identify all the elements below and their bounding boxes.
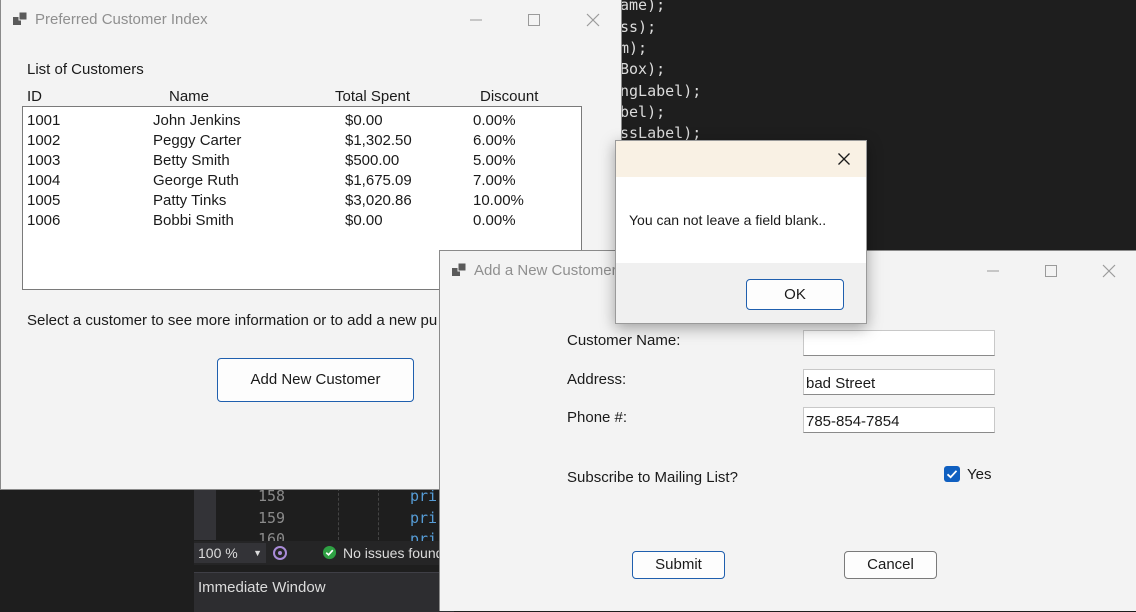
- checkmark-icon: [946, 470, 958, 479]
- customer-id: 1003: [27, 152, 61, 169]
- indent-guide: [338, 488, 339, 540]
- maximize-icon[interactable]: [1031, 257, 1071, 285]
- phone-label: Phone #:: [567, 409, 628, 426]
- submit-button[interactable]: Submit: [632, 551, 725, 579]
- cancel-button[interactable]: Cancel: [844, 551, 937, 579]
- column-header-id: ID: [27, 88, 42, 105]
- copilot-icon[interactable]: [272, 545, 288, 561]
- editor-status-bar: 100 % ▼ No issues found: [194, 541, 454, 565]
- customer-name: Bobbi Smith: [153, 212, 234, 229]
- code-line: bel);: [620, 103, 666, 121]
- title-bar[interactable]: Preferred Customer Index: [1, 0, 621, 38]
- add-new-customer-button[interactable]: Add New Customer: [217, 358, 414, 402]
- issues-status: No issues found: [343, 545, 444, 561]
- dialog-footer: OK: [616, 263, 866, 323]
- customer-spent: $0.00: [345, 212, 383, 229]
- customer-discount: 6.00%: [473, 132, 516, 149]
- code-line: ngLabel);: [620, 82, 702, 100]
- check-circle-icon: [322, 545, 337, 560]
- subscribe-option-label: Yes: [967, 466, 992, 483]
- address-label: Address:: [567, 371, 627, 388]
- customer-id: 1001: [27, 112, 61, 129]
- code-line: ame);: [620, 0, 666, 14]
- column-header-name: Name: [169, 88, 210, 105]
- subscribe-checkbox[interactable]: [944, 466, 960, 482]
- ok-label: OK: [784, 286, 806, 303]
- list-item[interactable]: 1002 Peggy Carter $1,302.50 6.00%: [23, 131, 581, 151]
- close-icon[interactable]: [573, 6, 613, 34]
- minimize-icon[interactable]: [973, 257, 1013, 285]
- customer-spent: $3,020.86: [345, 192, 412, 209]
- list-item[interactable]: 1006 Bobbi Smith $0.00 0.00%: [23, 211, 581, 231]
- customer-spent: $1,675.09: [345, 172, 412, 189]
- code-keyword: pri: [410, 530, 438, 541]
- indent-guide: [378, 488, 379, 540]
- customer-id: 1002: [27, 132, 61, 149]
- line-number: 160: [258, 530, 286, 541]
- close-icon[interactable]: [1089, 257, 1129, 285]
- address-field[interactable]: bad Street: [803, 369, 995, 395]
- customer-id: 1005: [27, 192, 61, 209]
- list-item[interactable]: 1003 Betty Smith $500.00 5.00%: [23, 151, 581, 171]
- customer-discount: 5.00%: [473, 152, 516, 169]
- column-header-discount: Discount: [480, 88, 539, 105]
- add-new-customer-label: Add New Customer: [250, 371, 381, 388]
- customer-name: George Ruth: [153, 172, 239, 189]
- minimize-icon[interactable]: [456, 6, 496, 34]
- instruction-text: Select a customer to see more informatio…: [27, 312, 438, 329]
- customer-discount: 0.00%: [473, 212, 516, 229]
- customer-discount: 0.00%: [473, 112, 516, 129]
- app-icon: [452, 263, 466, 276]
- customer-spent: $1,302.50: [345, 132, 412, 149]
- customer-discount: 7.00%: [473, 172, 516, 189]
- close-icon[interactable]: [834, 149, 854, 169]
- code-line: m);: [620, 39, 648, 57]
- customer-name: Patty Tinks: [153, 192, 227, 209]
- customer-name: John Jenkins: [153, 112, 241, 129]
- message-dialog: You can not leave a field blank.. OK: [615, 140, 867, 324]
- line-number: 159: [258, 509, 286, 527]
- subscribe-label: Subscribe to Mailing List?: [567, 469, 738, 486]
- cancel-label: Cancel: [867, 556, 914, 573]
- maximize-icon[interactable]: [514, 6, 554, 34]
- customer-name-field[interactable]: [803, 330, 995, 356]
- submit-label: Submit: [655, 556, 702, 573]
- list-of-customers-label: List of Customers: [27, 61, 144, 78]
- customer-spent: $500.00: [345, 152, 400, 169]
- list-item[interactable]: 1005 Patty Tinks $3,020.86 10.00%: [23, 191, 581, 211]
- zoom-dropdown[interactable]: 100 % ▼: [194, 543, 266, 563]
- customer-id: 1006: [27, 212, 61, 229]
- customer-spent: $0.00: [345, 112, 383, 129]
- code-keyword: pri: [410, 509, 438, 527]
- window-title: Add a New Customer: [474, 262, 617, 279]
- dialog-message: You can not leave a field blank..: [629, 212, 827, 228]
- customer-name-label: Customer Name:: [567, 332, 681, 349]
- immediate-window-title[interactable]: Immediate Window: [198, 579, 326, 596]
- customer-id: 1004: [27, 172, 61, 189]
- ok-button[interactable]: OK: [746, 279, 844, 310]
- customer-name: Peggy Carter: [153, 132, 242, 149]
- chevron-down-icon: ▼: [253, 548, 262, 558]
- editor-margin: [194, 488, 216, 540]
- dialog-title-bar[interactable]: [616, 141, 866, 177]
- customer-name: Betty Smith: [153, 152, 230, 169]
- window-title: Preferred Customer Index: [35, 11, 208, 28]
- column-header-total-spent: Total Spent: [335, 88, 411, 105]
- phone-field[interactable]: 785-854-7854: [803, 407, 995, 433]
- code-line: ss);: [620, 18, 657, 36]
- list-item[interactable]: 1001 John Jenkins $0.00 0.00%: [23, 111, 581, 131]
- zoom-value: 100 %: [198, 545, 238, 561]
- app-icon: [13, 12, 27, 25]
- code-line: Box);: [620, 60, 666, 78]
- immediate-window-panel: Immediate Window: [194, 572, 454, 612]
- list-item[interactable]: 1004 George Ruth $1,675.09 7.00%: [23, 171, 581, 191]
- customer-discount: 10.00%: [473, 192, 524, 209]
